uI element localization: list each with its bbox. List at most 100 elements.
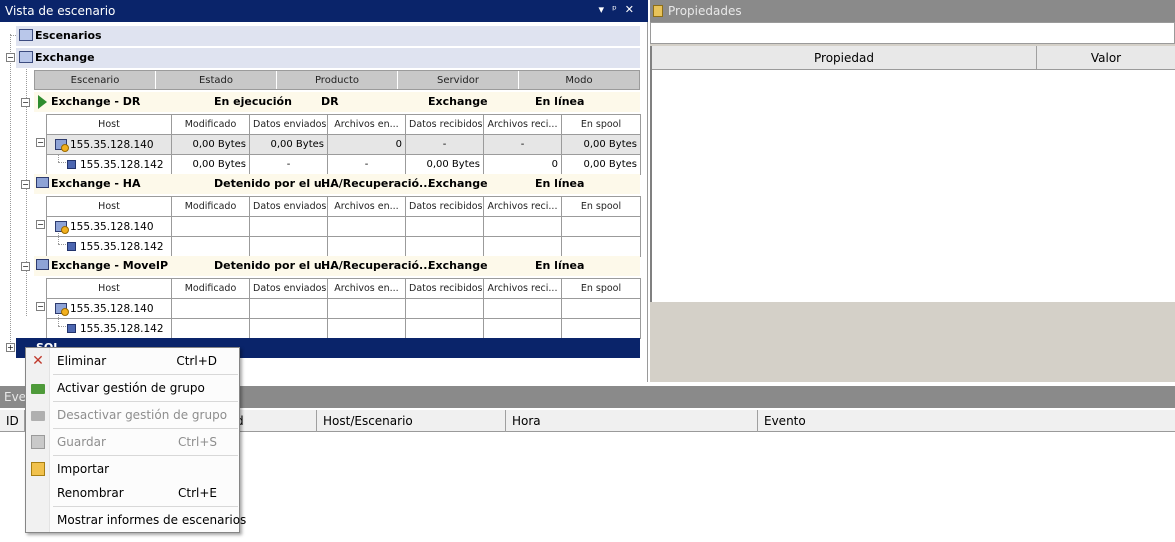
menu-item-save: Guardar Ctrl+S xyxy=(26,431,239,453)
host-row[interactable]: 155.35.128.140 xyxy=(46,298,641,319)
host-row[interactable]: 155.35.128.142 xyxy=(46,318,641,339)
column-header: Datos enviados xyxy=(249,278,328,299)
collapse-toggle[interactable]: − xyxy=(21,98,30,107)
host-row[interactable]: 155.35.128.142 xyxy=(46,236,641,257)
column-header[interactable]: Escenario xyxy=(35,71,156,89)
scenario-group-icon xyxy=(19,51,33,63)
running-icon xyxy=(38,95,47,109)
menu-item-import[interactable]: Importar xyxy=(26,458,239,480)
scenario-server: Exchange xyxy=(428,259,488,272)
properties-title: Propiedades xyxy=(668,4,742,18)
cell: 0,00 Bytes xyxy=(561,134,641,155)
host-row[interactable]: 155.35.128.140 xyxy=(46,216,641,237)
collapse-toggle[interactable]: − xyxy=(36,302,45,311)
scenario-row-exchange-ha[interactable]: Exchange - HA Detenido por el u... HA/Re… xyxy=(34,174,640,194)
collapse-toggle[interactable]: − xyxy=(21,262,30,271)
cell: 0,00 Bytes xyxy=(171,154,250,175)
replica-server-icon xyxy=(67,241,76,251)
delete-icon: ✕ xyxy=(32,353,44,369)
cell: 0 xyxy=(483,154,562,175)
scenario-row-exchange-moveip[interactable]: Exchange - MoveIP Detenido por el u... H… xyxy=(34,256,640,276)
host-name: 155.35.128.140 xyxy=(70,138,154,151)
cell: - xyxy=(249,154,328,175)
column-header: Datos recibidos xyxy=(405,278,484,299)
column-header: Modificado xyxy=(171,114,250,135)
cell: - xyxy=(405,134,484,155)
cell: 0,00 Bytes xyxy=(561,154,641,175)
column-header[interactable]: Estado xyxy=(156,71,277,89)
scenario-state: En ejecución xyxy=(214,95,292,108)
host-name: 155.35.128.140 xyxy=(70,220,154,233)
column-header-property[interactable]: Propiedad xyxy=(652,46,1037,69)
collapse-toggle[interactable]: − xyxy=(6,53,15,62)
column-header: Datos recibidos xyxy=(405,196,484,217)
cell: 0,00 Bytes xyxy=(171,134,250,155)
scenario-group-icon xyxy=(19,29,33,41)
column-header[interactable]: Producto xyxy=(277,71,398,89)
scenario-row-exchange-dr[interactable]: Exchange - DR En ejecución DR Exchange E… xyxy=(34,92,640,112)
tree-group-escenarios[interactable]: Escenarios xyxy=(16,26,640,46)
scenario-mode: En línea xyxy=(535,259,585,272)
import-icon xyxy=(31,462,45,476)
host-table: Host Modificado Datos enviados Archivos … xyxy=(46,196,641,257)
pin-icon[interactable]: ᵖ xyxy=(612,3,625,16)
scenario-tree: Escenarios − Exchange Escenario Estado P… xyxy=(0,22,648,382)
column-header: En spool xyxy=(561,278,641,299)
cell: - xyxy=(483,134,562,155)
tree-group-exchange[interactable]: Exchange xyxy=(16,48,640,68)
column-header[interactable]: Servidor xyxy=(398,71,519,89)
menu-item-rename[interactable]: Renombrar Ctrl+E xyxy=(26,482,239,504)
column-header-id[interactable]: ID xyxy=(0,410,25,432)
host-name: 155.35.128.142 xyxy=(80,158,164,171)
folder-icon xyxy=(31,384,45,394)
scenario-name: Exchange - HA xyxy=(51,177,141,190)
cell: 0 xyxy=(327,134,406,155)
column-header: Host xyxy=(46,196,172,217)
dropdown-icon[interactable]: ▾ xyxy=(599,3,613,16)
column-header: En spool xyxy=(561,114,641,135)
properties-search-field[interactable] xyxy=(650,22,1175,44)
host-table: Host Modificado Datos enviados Archivos … xyxy=(46,114,641,175)
column-header: Host xyxy=(46,278,172,299)
scenario-state: Detenido por el u... xyxy=(214,177,335,190)
column-header[interactable]: Modo xyxy=(519,71,639,89)
host-name: 155.35.128.140 xyxy=(70,302,154,315)
column-header-severity[interactable]: d xyxy=(230,410,317,432)
column-header-host-scenario[interactable]: Host/Escenario xyxy=(317,410,506,432)
scenario-view-title-bar: Vista de escenario ▾ᵖ✕ xyxy=(0,0,648,22)
menu-item-delete[interactable]: ✕ Eliminar Ctrl+D xyxy=(26,350,239,372)
cell: 0,00 Bytes xyxy=(249,134,328,155)
collapse-toggle[interactable]: − xyxy=(36,138,45,147)
replica-server-icon xyxy=(67,323,76,333)
properties-icon xyxy=(653,5,663,17)
host-name: 155.35.128.142 xyxy=(80,322,164,335)
save-icon xyxy=(31,435,45,449)
host-table-header: Host Modificado Datos enviados Archivos … xyxy=(46,196,641,217)
menu-item-enable-group-management[interactable]: Activar gestión de grupo xyxy=(26,377,239,399)
column-header: Datos enviados xyxy=(249,196,328,217)
expand-toggle[interactable]: + xyxy=(6,343,15,352)
collapse-toggle[interactable]: − xyxy=(36,220,45,229)
host-row[interactable]: 155.35.128.142 0,00 Bytes - - 0,00 Bytes… xyxy=(46,154,641,175)
cell: 0,00 Bytes xyxy=(405,154,484,175)
column-header-time[interactable]: Hora xyxy=(506,410,758,432)
column-header: Datos recibidos xyxy=(405,114,484,135)
properties-grid xyxy=(650,46,1175,302)
collapse-toggle[interactable]: − xyxy=(21,180,30,189)
context-menu: ✕ Eliminar Ctrl+D Activar gestión de gru… xyxy=(25,347,246,533)
scenario-icon xyxy=(36,177,49,188)
master-server-icon xyxy=(55,220,69,234)
master-server-icon xyxy=(55,302,69,316)
host-row[interactable]: 155.35.128.140 0,00 Bytes 0,00 Bytes 0 -… xyxy=(46,134,641,155)
scenario-state: Detenido por el u... xyxy=(214,259,335,272)
menu-item-show-scenario-reports[interactable]: Mostrar informes de escenarios xyxy=(26,509,246,531)
scenario-product: DR xyxy=(321,95,339,108)
column-header: Datos enviados xyxy=(249,114,328,135)
scenario-column-header: Escenario Estado Producto Servidor Modo xyxy=(34,70,640,90)
properties-title-bar: Propiedades xyxy=(650,0,1175,22)
column-header: Archivos reci... xyxy=(483,114,562,135)
close-icon[interactable]: ✕ xyxy=(625,3,642,16)
column-header-event[interactable]: Evento xyxy=(758,410,1175,432)
column-header-value[interactable]: Valor xyxy=(1037,46,1175,69)
column-header: Archivos en... xyxy=(327,278,406,299)
